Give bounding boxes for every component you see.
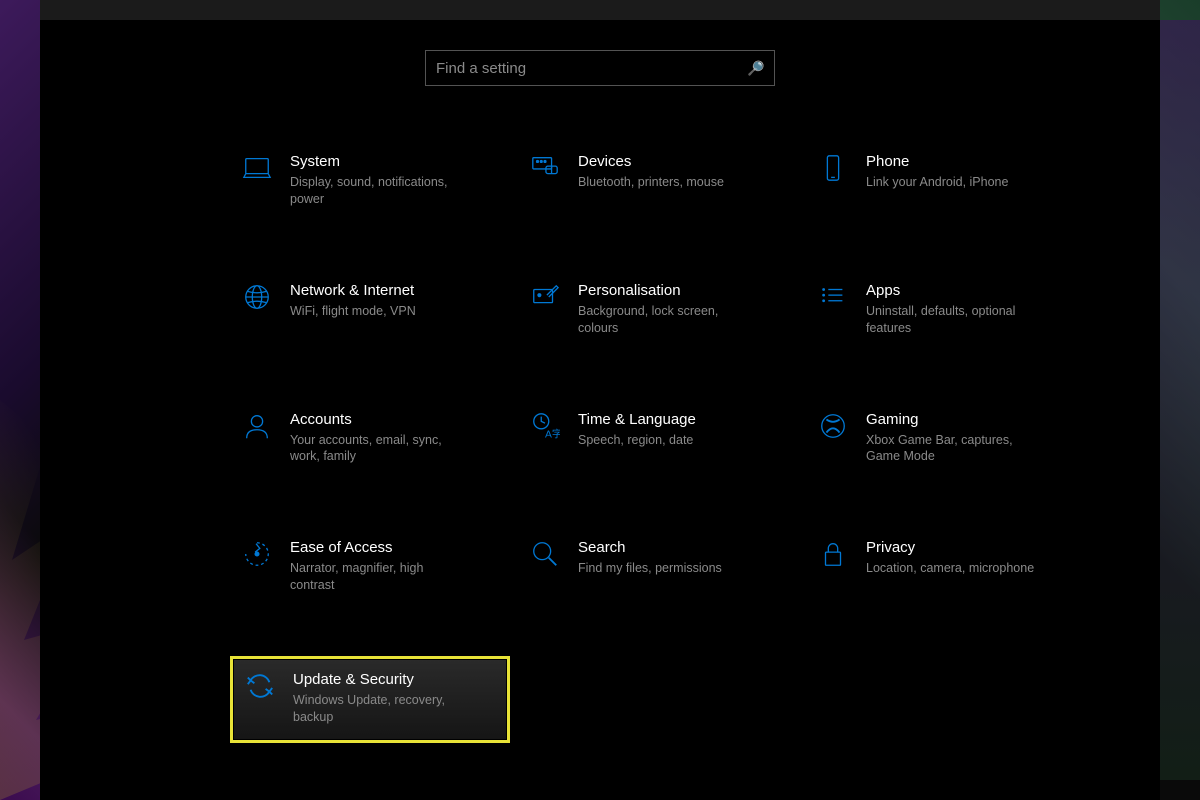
category-desc: WiFi, flight mode, VPN [290, 303, 416, 320]
category-title: Privacy [866, 539, 1034, 556]
category-title: Time & Language [578, 411, 696, 428]
search-container: 🔍 [40, 50, 1160, 86]
system-icon [240, 151, 274, 185]
category-title: Network & Internet [290, 282, 416, 299]
xbox-icon [816, 409, 850, 443]
svg-text:A字: A字 [545, 427, 560, 440]
category-desc: Narrator, magnifier, high contrast [290, 560, 470, 594]
category-desc: Windows Update, recovery, backup [293, 692, 473, 726]
category-desc: Link your Android, iPhone [866, 174, 1008, 191]
category-title: Apps [866, 282, 1046, 299]
magnifier-icon [528, 537, 562, 571]
window-titlebar [40, 0, 1160, 20]
category-title: Update & Security [293, 671, 473, 688]
time-language-icon: A字 [528, 409, 562, 443]
category-title: Ease of Access [290, 539, 470, 556]
category-title: System [290, 153, 470, 170]
sync-icon [243, 669, 277, 703]
category-update-security[interactable]: Update & Security Windows Update, recove… [230, 656, 510, 743]
category-desc: Xbox Game Bar, captures, Game Mode [866, 432, 1046, 466]
apps-list-icon [816, 280, 850, 314]
category-title: Personalisation [578, 282, 758, 299]
category-search[interactable]: Search Find my files, permissions [518, 527, 798, 608]
lock-icon [816, 537, 850, 571]
search-box[interactable]: 🔍 [425, 50, 775, 86]
category-title: Gaming [866, 411, 1046, 428]
category-desc: Your accounts, email, sync, work, family [290, 432, 470, 466]
category-privacy[interactable]: Privacy Location, camera, microphone [806, 527, 1086, 608]
category-desc: Find my files, permissions [578, 560, 722, 577]
category-title: Search [578, 539, 722, 556]
person-icon [240, 409, 274, 443]
accessibility-icon [240, 537, 274, 571]
phone-icon [816, 151, 850, 185]
category-network[interactable]: Network & Internet WiFi, flight mode, VP… [230, 270, 510, 351]
category-desc: Location, camera, microphone [866, 560, 1034, 577]
category-desc: Background, lock screen, colours [578, 303, 758, 337]
category-personalisation[interactable]: Personalisation Background, lock screen,… [518, 270, 798, 351]
category-title: Devices [578, 153, 724, 170]
category-desc: Bluetooth, printers, mouse [578, 174, 724, 191]
category-title: Accounts [290, 411, 470, 428]
category-devices[interactable]: Devices Bluetooth, printers, mouse [518, 141, 798, 222]
category-ease-of-access[interactable]: Ease of Access Narrator, magnifier, high… [230, 527, 510, 608]
search-icon: 🔍 [747, 60, 764, 77]
category-gaming[interactable]: Gaming Xbox Game Bar, captures, Game Mod… [806, 399, 1086, 480]
search-input[interactable] [436, 60, 747, 77]
category-time-language[interactable]: A字 Time & Language Speech, region, date [518, 399, 798, 480]
category-desc: Uninstall, defaults, optional features [866, 303, 1046, 337]
category-system[interactable]: System Display, sound, notifications, po… [230, 141, 510, 222]
devices-icon [528, 151, 562, 185]
category-title: Phone [866, 153, 1008, 170]
category-accounts[interactable]: Accounts Your accounts, email, sync, wor… [230, 399, 510, 480]
category-desc: Speech, region, date [578, 432, 696, 449]
category-desc: Display, sound, notifications, power [290, 174, 470, 208]
settings-categories-grid: System Display, sound, notifications, po… [230, 141, 1110, 743]
settings-window: 🔍 System Display, sound, notifications, … [40, 0, 1160, 800]
globe-icon [240, 280, 274, 314]
paintbrush-icon [528, 280, 562, 314]
category-phone[interactable]: Phone Link your Android, iPhone [806, 141, 1086, 222]
category-apps[interactable]: Apps Uninstall, defaults, optional featu… [806, 270, 1086, 351]
